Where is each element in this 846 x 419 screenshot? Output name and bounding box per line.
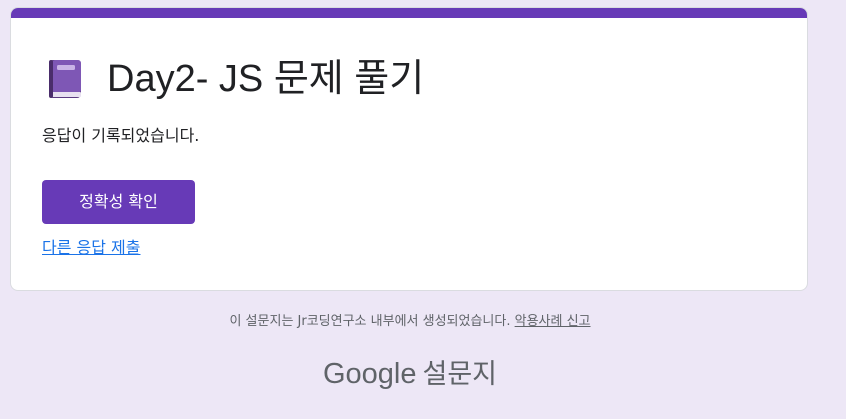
confirmation-message: 응답이 기록되었습니다. xyxy=(42,126,200,145)
brand-product-text: 설문지 xyxy=(422,359,498,390)
brand-google-text: Google xyxy=(322,358,417,390)
google-forms-logo[interactable]: Google 설문지 xyxy=(0,354,820,395)
book-icon xyxy=(47,59,107,99)
footer-note: 이 설문지는 Jr코딩연구소 내부에서 생성되었습니다. 악용사례 신고 xyxy=(0,313,820,331)
footer-note-text: 이 설문지는 Jr코딩연구소 내부에서 생성되었습니다. xyxy=(229,314,515,329)
report-abuse-link[interactable]: 악용사례 신고 xyxy=(515,314,591,329)
page-title: Day2- JS 문제 풀기 xyxy=(107,58,425,100)
title-row: Day2- JS 문제 풀기 xyxy=(47,56,424,102)
submit-another-response-link[interactable]: 다른 응답 제출 xyxy=(42,238,141,258)
response-card: Day2- JS 문제 풀기 응답이 기록되었습니다. 정확성 확인 다른 응답… xyxy=(10,7,808,291)
card-accent-bar xyxy=(11,8,807,18)
view-score-button[interactable]: 정확성 확인 xyxy=(42,180,195,224)
